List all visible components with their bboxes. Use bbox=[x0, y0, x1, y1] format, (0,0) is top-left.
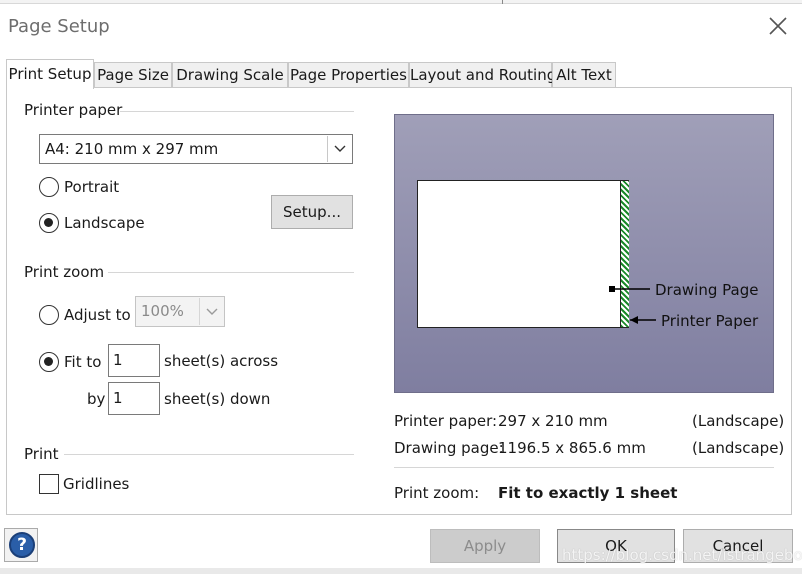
apply-button[interactable]: Apply bbox=[430, 529, 540, 563]
help-button[interactable]: ? bbox=[9, 532, 35, 558]
landscape-label: Landscape bbox=[64, 214, 145, 232]
tab-print-setup[interactable]: Print Setup bbox=[6, 59, 94, 89]
drawing-page-callout: Drawing Page bbox=[655, 281, 759, 299]
print-zoom-divider bbox=[108, 272, 354, 273]
fit-to-radio-circle bbox=[39, 352, 59, 372]
landscape-radio-circle bbox=[39, 213, 59, 233]
gridlines-label: Gridlines bbox=[63, 475, 130, 493]
page-setup-dialog: Page Setup Print Setup Page Size Drawing… bbox=[0, 0, 802, 574]
info-drawing-page-key: Drawing page: bbox=[394, 439, 504, 457]
by-label: by bbox=[87, 390, 106, 408]
chevron-down-icon bbox=[327, 136, 351, 162]
sheets-down-input[interactable]: 1 bbox=[108, 382, 160, 415]
adjust-to-radio-circle bbox=[39, 305, 59, 325]
sheets-across-label: sheet(s) across bbox=[164, 352, 279, 370]
close-button[interactable] bbox=[766, 14, 790, 38]
zoom-percent-select[interactable]: 100% bbox=[135, 296, 225, 327]
fit-to-label: Fit to bbox=[64, 353, 102, 371]
portrait-radio-circle bbox=[39, 177, 59, 197]
printer-paper-divider bbox=[120, 111, 354, 112]
tab-page-size[interactable]: Page Size bbox=[94, 62, 172, 88]
drawing-page-preview bbox=[417, 180, 629, 328]
tab-drawing-scale[interactable]: Drawing Scale bbox=[172, 62, 288, 88]
landscape-radio[interactable]: Landscape bbox=[39, 213, 145, 233]
info-printer-paper-orientation: (Landscape) bbox=[692, 412, 785, 430]
top-edge bbox=[0, 0, 802, 4]
adjust-to-radio[interactable]: Adjust to bbox=[39, 305, 131, 325]
tab-layout-and-routing[interactable]: Layout and Routing bbox=[409, 62, 556, 88]
info-drawing-page-orientation: (Landscape) bbox=[692, 439, 785, 457]
sheets-down-label: sheet(s) down bbox=[164, 390, 271, 408]
window-title: Page Setup bbox=[8, 16, 110, 37]
portrait-radio[interactable]: Portrait bbox=[39, 177, 119, 197]
sheets-across-input[interactable]: 1 bbox=[108, 344, 160, 377]
printer-paper-callout: Printer Paper bbox=[661, 312, 759, 330]
watermark: https://blog.csdn.net/istrangeboy bbox=[562, 546, 802, 564]
bottom-edge bbox=[0, 568, 802, 574]
paper-size-select[interactable]: A4: 210 mm x 297 mm bbox=[39, 134, 353, 164]
portrait-label: Portrait bbox=[64, 178, 120, 196]
zoom-percent-value: 100% bbox=[141, 302, 184, 320]
info-divider bbox=[394, 467, 774, 468]
top-edge-tick bbox=[502, 0, 503, 4]
print-divider bbox=[64, 454, 354, 455]
info-printer-paper-value: 297 x 210 mm bbox=[498, 412, 608, 430]
tab-page-properties[interactable]: Page Properties bbox=[288, 62, 409, 88]
fit-to-radio[interactable]: Fit to bbox=[39, 352, 101, 372]
info-print-zoom-key: Print zoom: bbox=[394, 484, 480, 502]
help-icon: ? bbox=[17, 535, 27, 555]
tab-alt-text[interactable]: Alt Text bbox=[552, 62, 616, 88]
close-icon bbox=[769, 17, 787, 35]
printer-paper-margin-preview bbox=[620, 181, 629, 327]
print-group-label: Print bbox=[24, 445, 59, 463]
paper-size-value: A4: 210 mm x 297 mm bbox=[45, 140, 219, 158]
printer-paper-group-label: Printer paper bbox=[24, 101, 123, 119]
info-print-zoom-value: Fit to exactly 1 sheet bbox=[498, 484, 678, 502]
adjust-to-label: Adjust to bbox=[64, 306, 131, 324]
gridlines-checkbox[interactable] bbox=[39, 474, 59, 494]
setup-button[interactable]: Setup... bbox=[271, 195, 353, 229]
print-zoom-group-label: Print zoom bbox=[24, 263, 105, 281]
info-drawing-page-value: 1196.5 x 865.6 mm bbox=[498, 439, 646, 457]
chevron-down-icon bbox=[199, 298, 223, 325]
info-printer-paper-key: Printer paper: bbox=[394, 412, 498, 430]
